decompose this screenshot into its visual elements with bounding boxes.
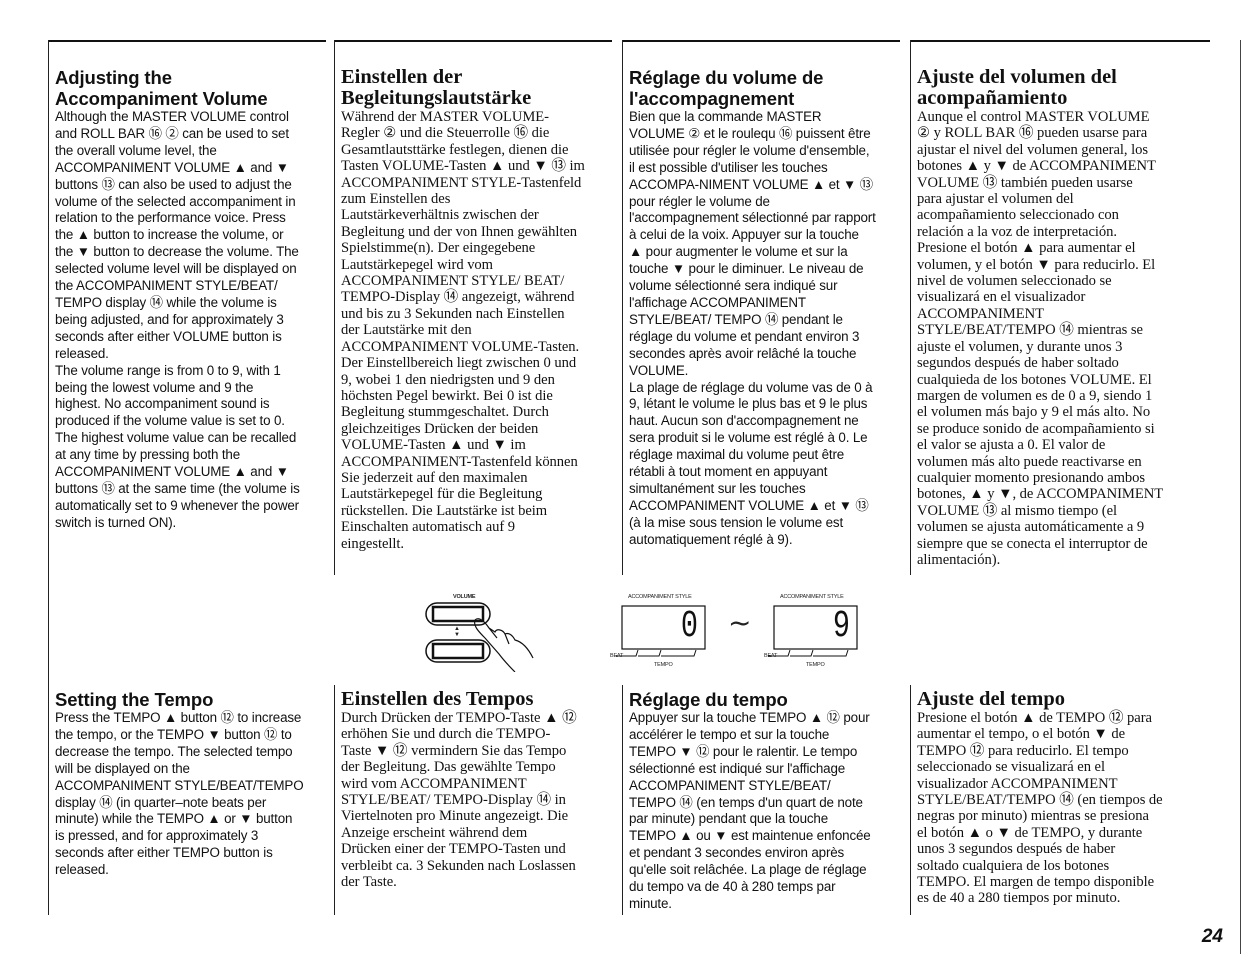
display-digit: 9: [832, 605, 850, 648]
section-tempo-en: Setting the Tempo Press the TEMPO ▲ butt…: [48, 689, 334, 879]
section-body: Aunque el control MASTER VOLUME ② y ROLL…: [917, 109, 1164, 568]
section-title: Réglage du volume de l'accompagnement: [629, 67, 824, 109]
display-digit: 0: [680, 605, 698, 648]
section-title: Setting the Tempo: [55, 689, 214, 710]
section-body: Appuyer sur la touche TEMPO ▲ ⑫ pour acc…: [629, 710, 871, 911]
section-volume-es: Ajuste del volumen del acompañamiento Au…: [910, 67, 1210, 568]
display-max-illustration: ACCOMPANIMENT STYLE 9 BEAT TEMPO: [764, 594, 868, 674]
display-min-illustration: ACCOMPANIMENT STYLE 0 BEAT TEMPO: [610, 594, 714, 674]
section-body: Während der MASTER VOLUME- Regler ② und …: [341, 109, 585, 552]
beat-label: BEAT: [610, 653, 624, 659]
section-body: Although the MASTER VOLUME control and R…: [55, 109, 300, 530]
volume-buttons-illustration: VOLUME ▲▼: [425, 592, 565, 672]
section-volume-fr: Réglage du volume de l'accompagnement Bi…: [622, 67, 910, 549]
volume-buttons-drawing: [425, 602, 534, 672]
section-title: Ajuste del volumen del acompañamiento: [917, 66, 1117, 109]
section-body: Durch Drücken der TEMPO-Taste ▲ ⑫ erhöhe…: [341, 710, 577, 891]
range-separator: ~: [728, 606, 752, 639]
section-tempo-de: Einstellen des Tempos Durch Drücken der …: [334, 688, 622, 891]
section-title: Ajuste del tempo: [917, 688, 1066, 710]
section-body: Press the TEMPO ▲ button ⑫ to increase t…: [55, 710, 304, 878]
tempo-label: TEMPO: [654, 662, 673, 668]
section-tempo-es: Ajuste del tempo Presione el botón ▲ de …: [910, 689, 1210, 907]
top-rule-en: [48, 40, 326, 42]
tempo-label: TEMPO: [806, 662, 825, 668]
section-body: Bien que la commande MASTER VOLUME ② et …: [629, 109, 876, 547]
beat-label: BEAT: [764, 653, 778, 659]
section-title: Einstellen des Tempos: [341, 688, 534, 710]
section-title: Einstellen der Begleitungslautstärke: [341, 66, 532, 109]
top-rule-de: [334, 40, 612, 42]
updown-arrows-icon: ▲▼: [454, 626, 460, 638]
right-page-edge: [1240, 40, 1241, 954]
section-tempo-fr: Réglage du tempo Appuyer sur la touche T…: [622, 689, 910, 913]
section-volume-en: Adjusting the Accompaniment Volume Altho…: [48, 67, 334, 532]
section-body: Presione el botón ▲ de TEMPO ⑫ para aume…: [917, 710, 1163, 907]
top-rule-fr: [622, 40, 900, 42]
section-volume-de: Einstellen der Begleitungslautstärke Wäh…: [334, 67, 622, 552]
section-title: Réglage du tempo: [629, 689, 788, 710]
top-rule-es: [910, 40, 1210, 42]
page-number: 24: [1201, 926, 1223, 947]
section-title: Adjusting the Accompaniment Volume: [55, 67, 268, 109]
